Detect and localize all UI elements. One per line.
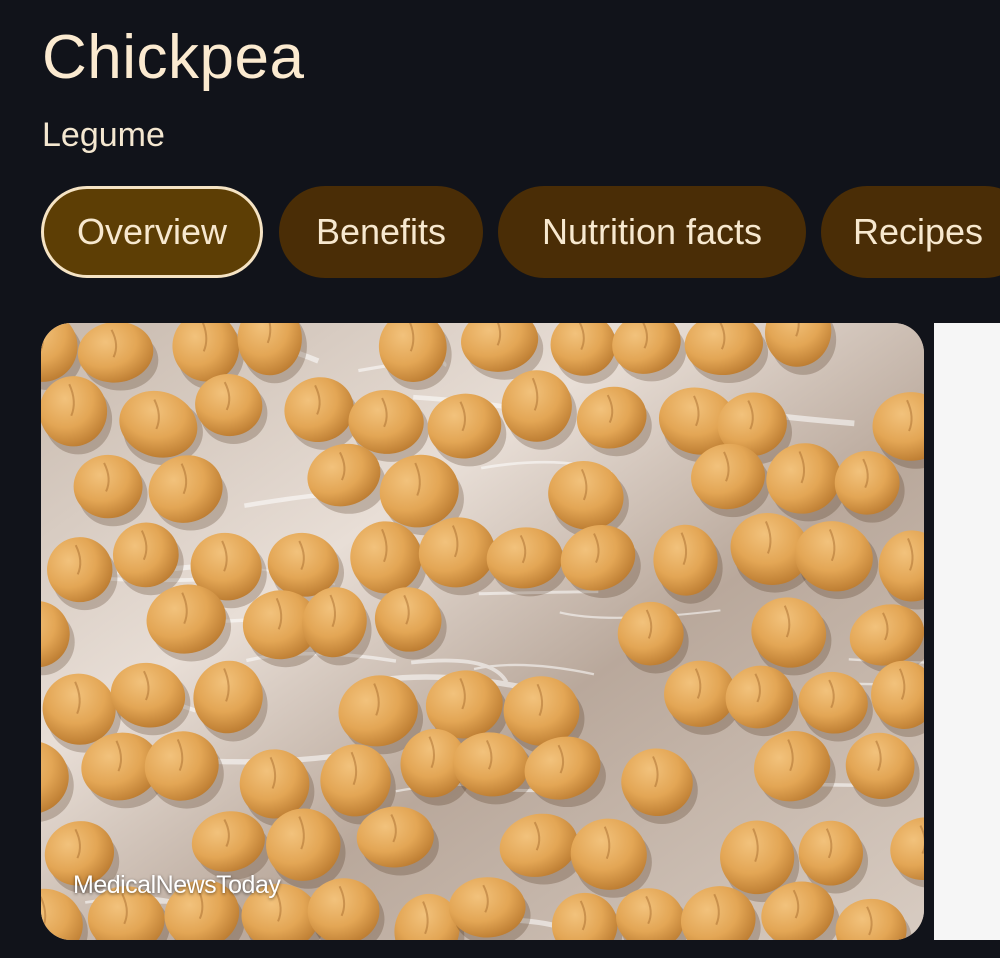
tab-recipes[interactable]: Recipes bbox=[821, 186, 1000, 278]
chickpea-crease bbox=[41, 323, 44, 352]
chickpea-image-card[interactable]: MedicalNewsToday bbox=[41, 323, 924, 940]
tab-benefits[interactable]: Benefits bbox=[279, 186, 483, 278]
page-subtitle: Legume bbox=[42, 116, 165, 154]
tab-overview[interactable]: Overview bbox=[41, 186, 263, 278]
tab-nutrition-facts[interactable]: Nutrition facts bbox=[498, 186, 806, 278]
page-title: Chickpea bbox=[42, 23, 305, 92]
next-media-card[interactable] bbox=[934, 323, 1000, 940]
chickpea-photo bbox=[41, 323, 924, 940]
image-source-label: MedicalNewsToday bbox=[73, 871, 281, 899]
tab-bar: Overview Benefits Nutrition facts Recipe… bbox=[41, 186, 1000, 278]
